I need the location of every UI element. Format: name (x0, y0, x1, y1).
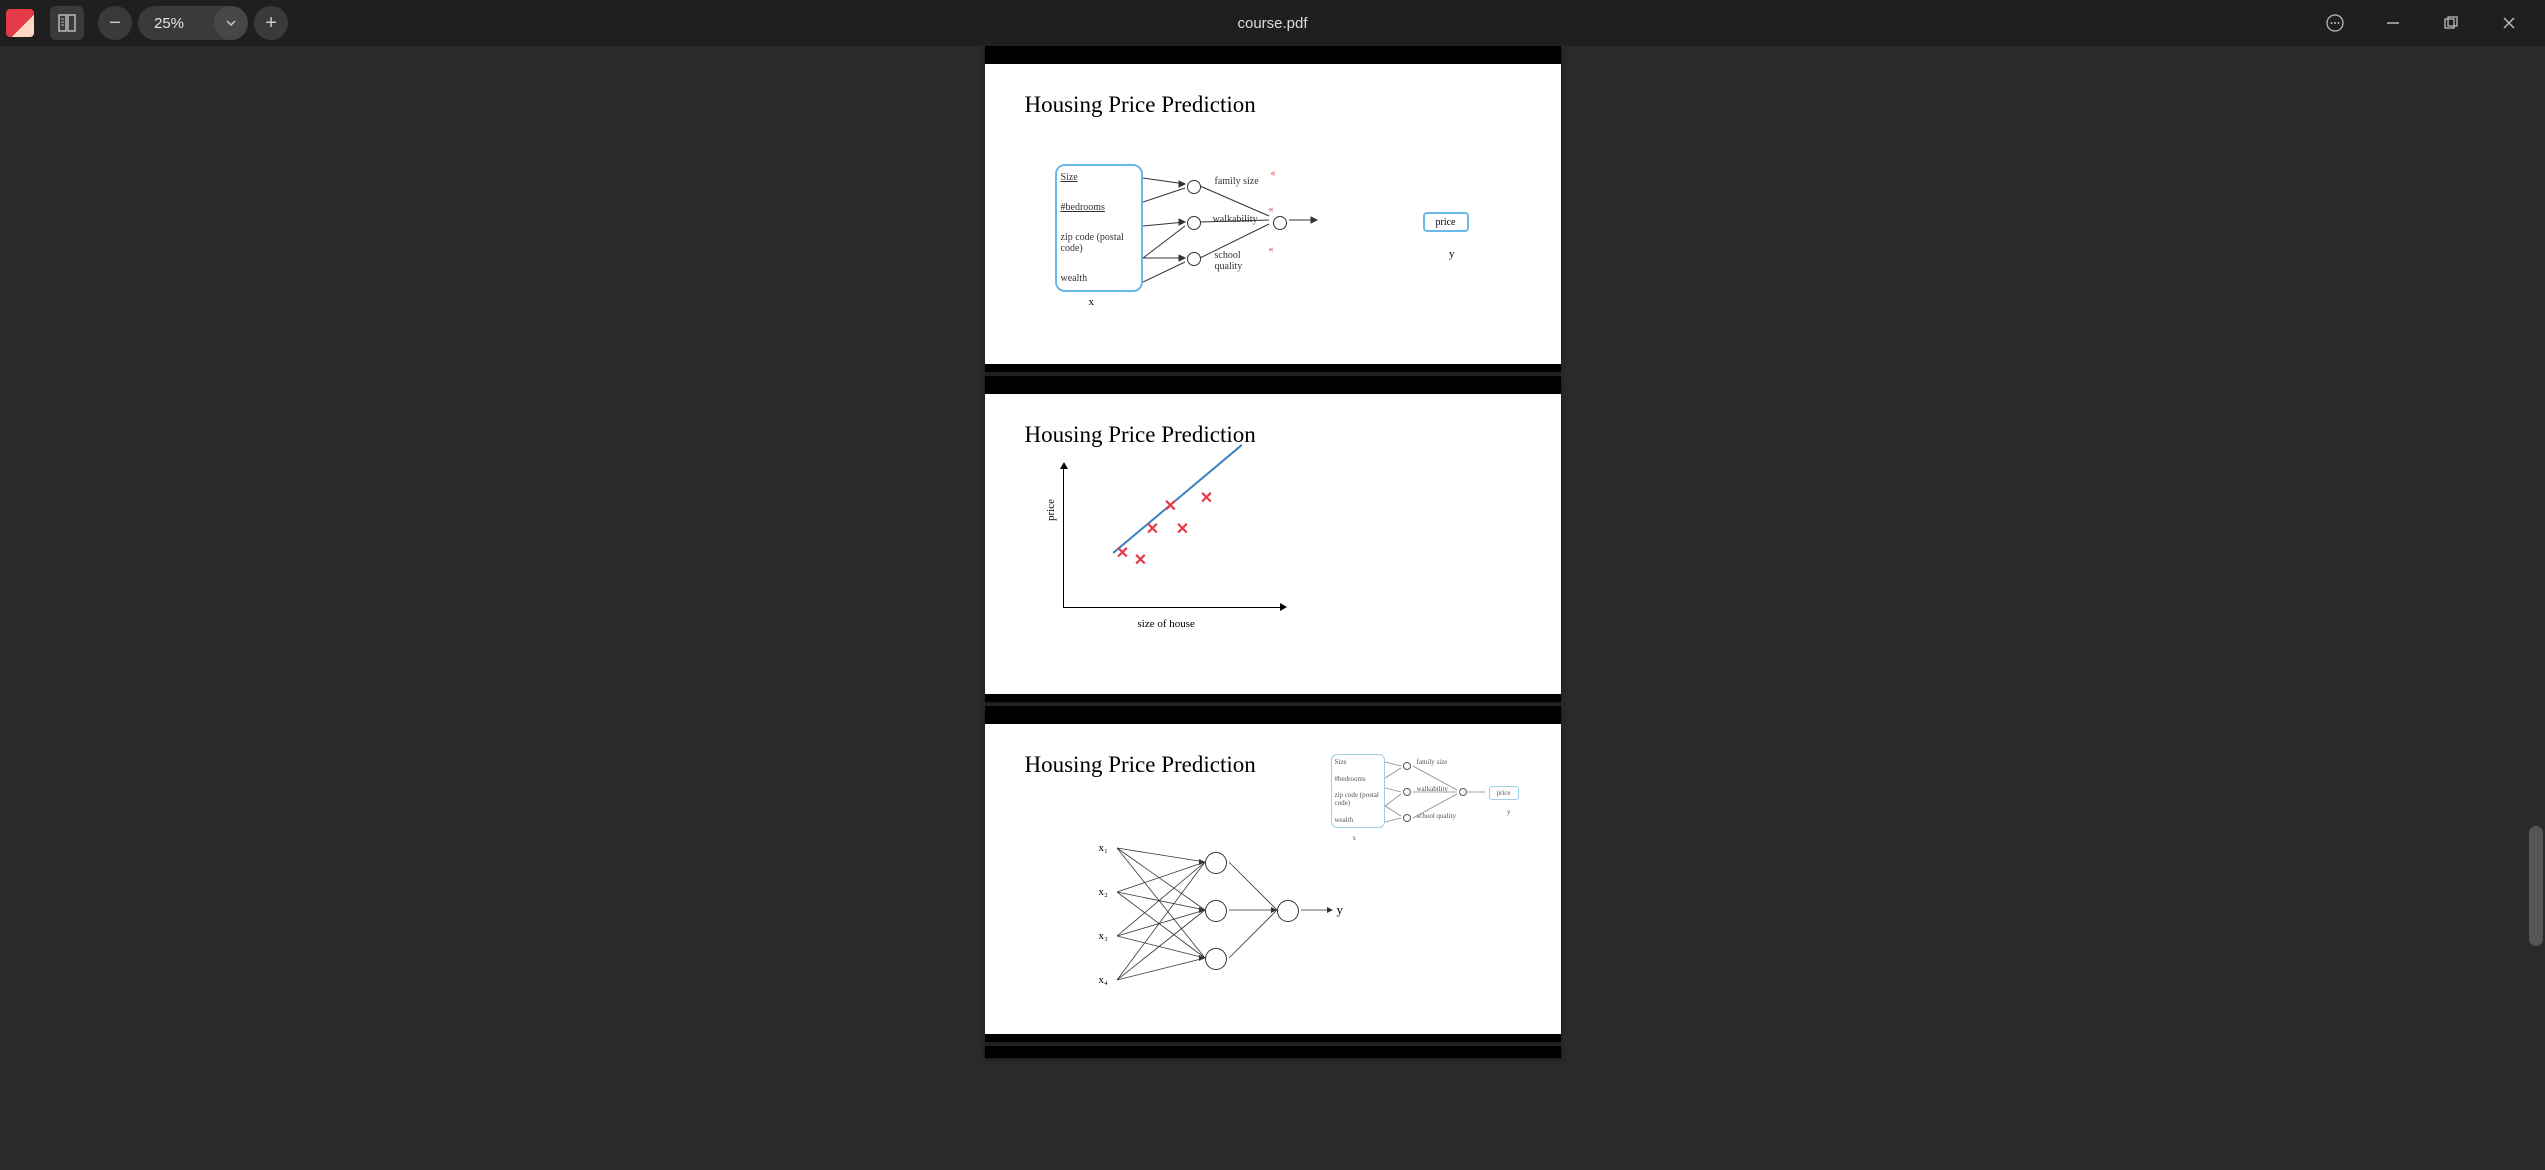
nn-hidden-node (1205, 900, 1227, 922)
slide-bar (985, 46, 1561, 64)
neural-network-diagram: x₁ x₂ x₃ x₄ (1105, 838, 1365, 998)
slide-content: Housing Price Prediction Size #bedrooms … (985, 64, 1561, 364)
zoom-out-button[interactable]: − (98, 6, 132, 40)
nn-hidden-node (1205, 852, 1227, 874)
app-icon (6, 9, 34, 37)
nn-connections-icon (1117, 838, 1357, 988)
pdf-page: Housing Price Prediction Size #bedrooms … (985, 706, 1561, 1042)
data-point: ✕ (1176, 522, 1189, 538)
close-button[interactable] (2487, 6, 2531, 40)
slide-bar (985, 694, 1561, 702)
slide-bar (985, 376, 1561, 394)
y-axis (1063, 466, 1064, 608)
pdf-viewer[interactable]: Housing Price Prediction Size #bedrooms … (0, 46, 2545, 1170)
slide-bar (985, 1034, 1561, 1042)
mid-feature-label: walkability (1213, 214, 1258, 225)
feature-label: zip code (postal code) (1061, 232, 1137, 254)
red-mark-icon: « (1269, 204, 1274, 215)
nn-input-label: x₃ (1099, 930, 1108, 942)
output-box: price (1423, 212, 1469, 232)
titlebar: − 25% + course.pdf (0, 0, 2545, 46)
zoom-in-button[interactable]: + (254, 6, 288, 40)
y-symbol: y (1449, 248, 1455, 260)
pdf-page: Housing Price Prediction price size of h… (985, 376, 1561, 702)
arrows-icon (1143, 164, 1403, 314)
hidden-node (1187, 216, 1201, 230)
data-point: ✕ (1164, 499, 1177, 515)
zoom-chevron-wrap (214, 6, 248, 40)
zoom-controls: − 25% + (98, 6, 288, 40)
feature-label: #bedrooms (1061, 202, 1137, 213)
input-features-box: Size #bedrooms zip code (postal code) we… (1055, 164, 1143, 292)
data-point: ✕ (1134, 553, 1147, 569)
inset-feature: Size (1335, 758, 1381, 766)
slide-content: Housing Price Prediction price size of h… (985, 394, 1561, 694)
minimize-icon (2386, 16, 2400, 30)
more-button[interactable] (2313, 6, 2357, 40)
inset-input-box: Size #bedrooms zip code (postal code) we… (1331, 754, 1385, 828)
nn-output-label: y (1337, 902, 1344, 918)
scatter-chart: price size of house ✕✕✕✕✕✕ (1043, 466, 1283, 626)
mid-feature-label: school quality (1215, 250, 1255, 272)
close-icon (2502, 16, 2516, 30)
data-point: ✕ (1116, 546, 1129, 562)
nn-input-label: x₂ (1099, 886, 1108, 898)
x-axis-label: size of house (1138, 618, 1195, 630)
minimize-button[interactable] (2371, 6, 2415, 40)
pdf-page (985, 1046, 1561, 1058)
y-axis-label: price (1045, 499, 1057, 521)
red-mark-icon: « (1269, 244, 1274, 255)
inset-arrows-icon (1385, 754, 1515, 834)
more-icon (2326, 14, 2344, 32)
price-node (1273, 216, 1287, 230)
maximize-button[interactable] (2429, 6, 2473, 40)
maximize-icon (2444, 16, 2458, 30)
data-point: ✕ (1146, 522, 1159, 538)
slide-title: Housing Price Prediction (1025, 92, 1521, 118)
zoom-level-select[interactable]: 25% (138, 6, 248, 40)
nn-hidden-node (1205, 948, 1227, 970)
mid-feature-label: family size (1215, 176, 1259, 187)
inset-feature: #bedrooms (1335, 775, 1381, 783)
arrowhead-icon (1060, 462, 1068, 469)
x-axis (1063, 607, 1283, 608)
chevron-down-icon (225, 17, 237, 29)
data-point: ✕ (1200, 491, 1213, 507)
toc-button[interactable] (50, 6, 84, 40)
x-symbol: x (1089, 296, 1095, 308)
inset-feature: zip code (postal code) (1335, 791, 1381, 807)
inset-feature: wealth (1335, 816, 1381, 824)
slide-title: Housing Price Prediction (1025, 422, 1521, 448)
slide-bar (985, 706, 1561, 724)
arrowhead-icon (1280, 603, 1287, 611)
document-title: course.pdf (1237, 15, 1307, 32)
slide-bar (985, 364, 1561, 372)
feature-label: Size (1061, 172, 1137, 183)
slide-content: Housing Price Prediction Size #bedrooms … (985, 724, 1561, 1034)
hidden-node (1187, 252, 1201, 266)
nn-input-label: x₁ (1099, 842, 1108, 854)
scrollbar-thumb[interactable] (2529, 826, 2543, 946)
nn-output-node (1277, 900, 1299, 922)
nn-input-label: x₄ (1099, 974, 1108, 986)
slide-bar (985, 1046, 1561, 1058)
pdf-page: Housing Price Prediction Size #bedrooms … (985, 46, 1561, 372)
zoom-level-label: 25% (154, 15, 184, 32)
red-mark-icon: « (1271, 168, 1276, 179)
feature-label: wealth (1061, 273, 1137, 284)
toc-icon (58, 14, 76, 32)
hidden-node (1187, 180, 1201, 194)
window-controls (2313, 6, 2539, 40)
